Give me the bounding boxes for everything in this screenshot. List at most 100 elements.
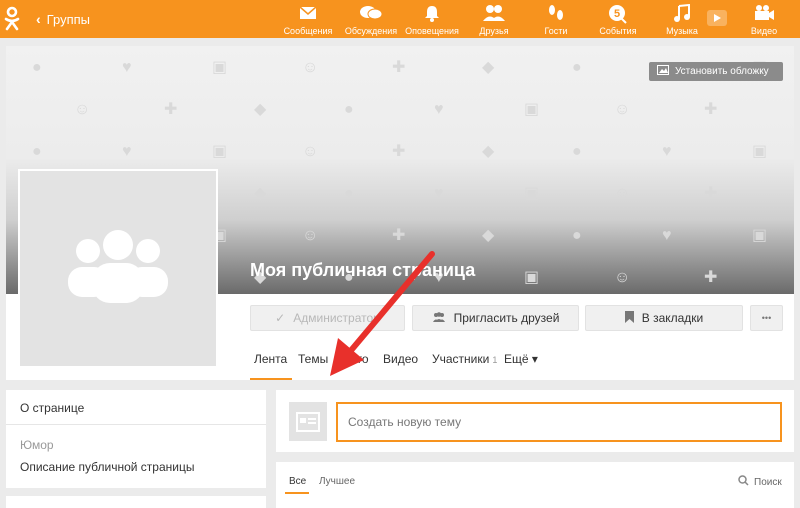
diamond-pattern-icon: ◆ <box>254 185 267 202</box>
picture-pattern-icon: ▣ <box>212 143 228 160</box>
red-arrow-annotation <box>330 251 435 376</box>
topic-card-icon <box>289 402 327 441</box>
picture-pattern-icon: ▣ <box>524 185 540 202</box>
circle-pattern-icon: ● <box>572 59 582 76</box>
diamond-pattern-icon: ◆ <box>482 59 495 76</box>
circle-pattern-icon: ● <box>572 143 582 160</box>
friends-icon <box>464 4 524 24</box>
bookmark-label: В закладки <box>641 311 704 325</box>
more-actions-button[interactable]: ••• <box>750 305 783 331</box>
bookmark-button[interactable]: В закладки <box>585 305 743 331</box>
search-icon <box>738 475 749 489</box>
nav-label: Друзья <box>479 26 509 36</box>
feed-tab-best[interactable]: Лучшее <box>319 476 355 487</box>
page-description: Описание публичной страницы <box>20 460 195 474</box>
checkmark-icon: ✓ <box>275 311 286 325</box>
nav-label: События <box>599 26 637 36</box>
circle-pattern-icon: ● <box>32 59 42 76</box>
feed-active-tab-indicator <box>285 492 309 494</box>
nav-guests[interactable]: Гости <box>526 4 586 36</box>
coin-icon: 5 <box>588 4 648 24</box>
tab-feed[interactable]: Лента <box>254 352 287 366</box>
nav-discussions[interactable]: Обсуждения <box>341 4 401 36</box>
set-cover-label: Установить обложку <box>675 66 769 77</box>
bookmark-icon <box>624 310 634 326</box>
tab-members[interactable]: Участники 1 <box>432 352 497 366</box>
members-count: 1 <box>492 355 498 365</box>
picture-pattern-icon: ▣ <box>752 143 768 160</box>
nav-label: Сообщения <box>283 26 333 36</box>
heart-pattern-icon: ♥ <box>434 185 444 202</box>
footprints-icon <box>526 4 586 24</box>
tab-members-label: Участники <box>432 352 490 366</box>
active-tab-indicator <box>250 378 292 380</box>
more-dots-icon: ••• <box>761 313 772 323</box>
diamond-pattern-icon: ◆ <box>482 227 495 244</box>
diamond-pattern-icon: ◆ <box>482 143 495 160</box>
heart-pattern-icon: ♥ <box>122 59 132 76</box>
plus-pattern-icon: ✚ <box>392 143 406 160</box>
plus-pattern-icon: ✚ <box>704 185 718 202</box>
play-icon[interactable] <box>707 10 727 26</box>
group-people-icon <box>68 229 168 303</box>
plus-pattern-icon: ✚ <box>392 59 406 76</box>
nav-label: Видео <box>750 26 778 36</box>
nav-label: Гости <box>544 26 568 36</box>
music-note-icon <box>652 4 712 24</box>
smile-pattern-icon: ☺ <box>74 101 91 118</box>
circle-pattern-icon: ● <box>344 185 354 202</box>
bell-icon <box>402 4 462 24</box>
left-panel-secondary <box>6 496 266 508</box>
smile-pattern-icon: ☺ <box>302 227 319 244</box>
group-avatar[interactable] <box>18 169 218 368</box>
plus-pattern-icon: ✚ <box>164 101 178 118</box>
divider <box>6 424 266 425</box>
invite-friends-label: Пригласить друзей <box>453 311 560 325</box>
nav-video[interactable]: Видео <box>734 4 794 36</box>
smile-pattern-icon: ☺ <box>614 101 631 118</box>
back-to-groups-link[interactable]: ‹ Группы <box>36 11 90 27</box>
nav-friends[interactable]: Друзья <box>464 4 524 36</box>
category-label[interactable]: Юмор <box>20 438 54 452</box>
chevron-left-icon: ‹ <box>36 11 41 27</box>
picture-pattern-icon: ▣ <box>212 59 228 76</box>
smile-pattern-icon: ☺ <box>302 59 319 76</box>
picture-pattern-icon: ▣ <box>752 227 768 244</box>
feed-search-button[interactable]: Поиск <box>738 475 782 489</box>
back-label: Группы <box>46 11 90 27</box>
plus-pattern-icon: ✚ <box>704 101 718 118</box>
heart-pattern-icon: ♥ <box>122 143 132 160</box>
envelope-icon <box>278 4 338 24</box>
smile-pattern-icon: ☺ <box>614 185 631 202</box>
smile-pattern-icon: ☺ <box>614 269 631 286</box>
circle-pattern-icon: ● <box>344 101 354 118</box>
svg-text:5: 5 <box>614 8 620 20</box>
circle-pattern-icon: ● <box>572 227 582 244</box>
new-topic-input[interactable] <box>336 402 782 442</box>
nav-label: Оповещения <box>405 26 459 36</box>
picture-pattern-icon: ▣ <box>524 269 540 286</box>
nav-messages[interactable]: Сообщения <box>278 4 338 36</box>
tab-more[interactable]: Ещё ▾ <box>504 352 538 366</box>
picture-pattern-icon: ▣ <box>524 101 540 118</box>
nav-notifications[interactable]: Оповещения <box>402 4 462 36</box>
smile-pattern-icon: ☺ <box>302 143 319 160</box>
nav-music[interactable]: Музыка <box>652 4 712 36</box>
plus-pattern-icon: ✚ <box>392 227 406 244</box>
heart-pattern-icon: ♥ <box>662 143 672 160</box>
circle-pattern-icon: ● <box>32 143 42 160</box>
top-bar: ‹ Группы Сообщения Обсуждения Оповещения… <box>0 0 800 38</box>
plus-pattern-icon: ✚ <box>704 269 718 286</box>
nav-events[interactable]: 5 События <box>588 4 648 36</box>
diamond-pattern-icon: ◆ <box>254 101 267 118</box>
about-title[interactable]: О странице <box>20 401 84 415</box>
ok-logo-icon[interactable] <box>3 6 21 32</box>
nav-label: Музыка <box>666 26 698 36</box>
feed-tab-all[interactable]: Все <box>289 476 306 487</box>
nav-label: Обсуждения <box>344 26 398 36</box>
set-cover-button[interactable]: Установить обложку <box>649 62 783 81</box>
chat-icon <box>341 4 401 24</box>
heart-pattern-icon: ♥ <box>662 227 672 244</box>
search-label: Поиск <box>754 476 782 488</box>
about-panel: О странице Юмор Описание публичной стран… <box>6 390 266 488</box>
